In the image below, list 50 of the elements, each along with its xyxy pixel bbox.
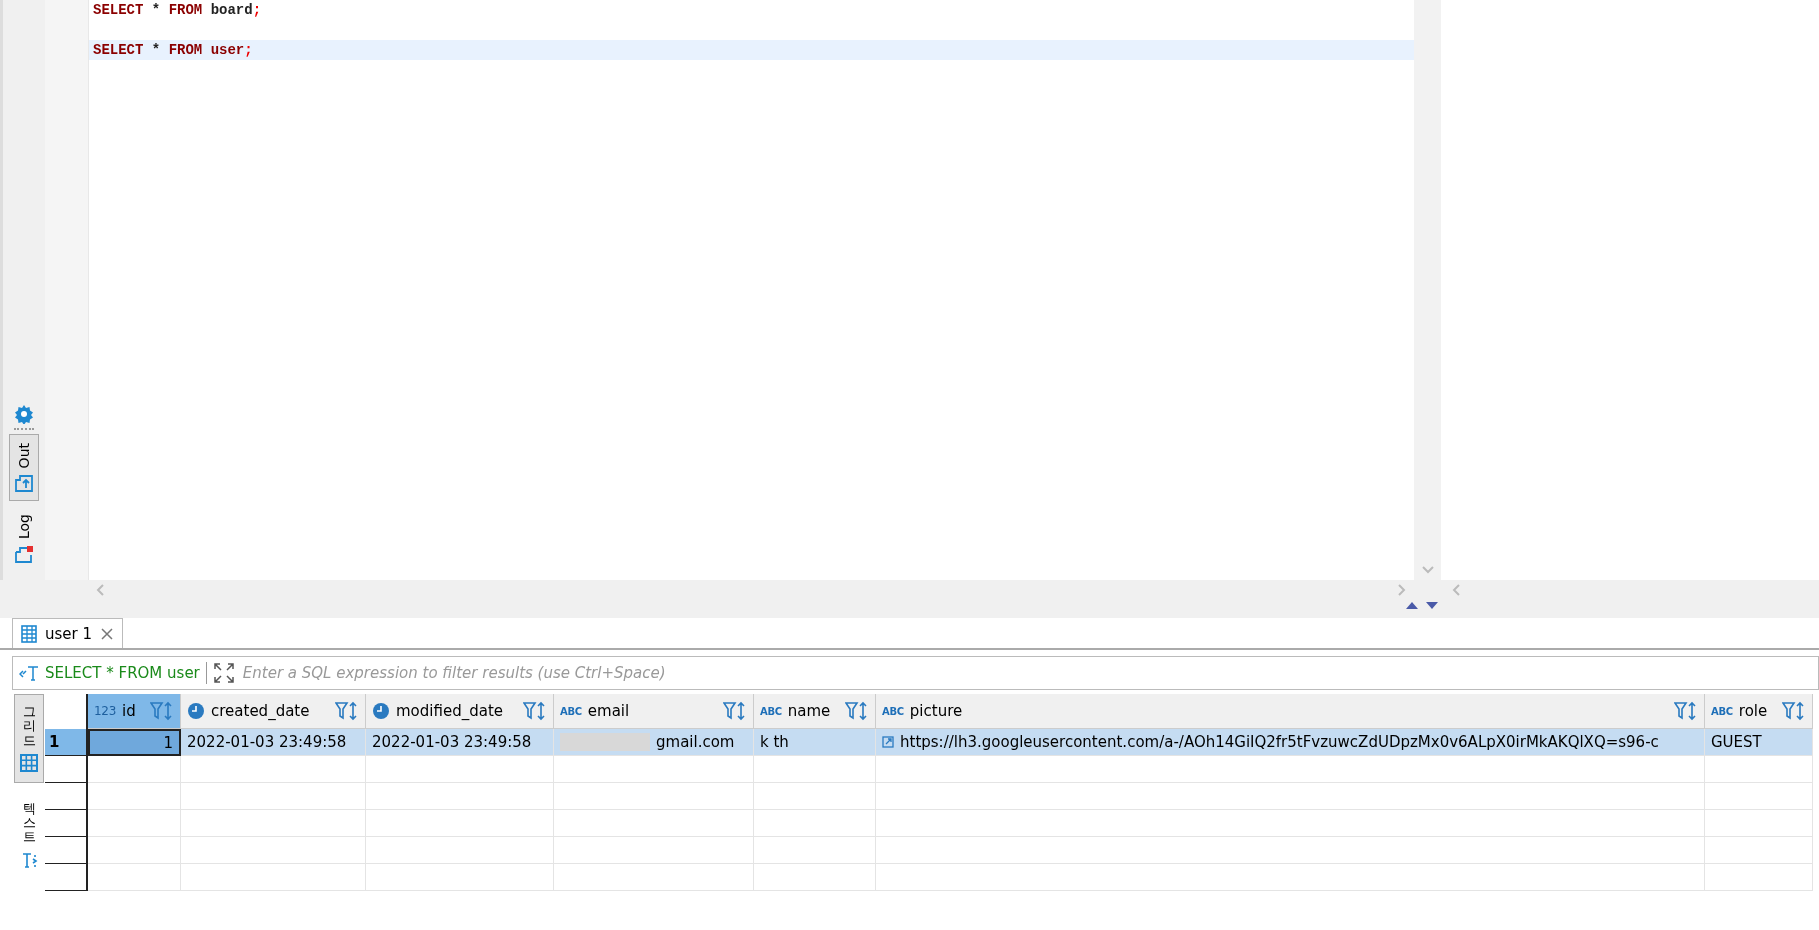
- table-cell: 2022-01-03 23:49:58: [366, 729, 554, 756]
- export-icon: [14, 474, 34, 492]
- column-header[interactable]: ABC role: [1705, 694, 1813, 729]
- column-header[interactable]: ABC name: [754, 694, 876, 729]
- clock-icon: [187, 702, 205, 720]
- table-icon: [21, 624, 37, 643]
- table-cell: k th: [754, 729, 876, 756]
- table-cell: 2022-01-03 23:49:58: [181, 729, 366, 756]
- sql-text-icon: [19, 664, 39, 682]
- code-line: SELECT * FROM board;: [92, 1, 263, 20]
- row-number[interactable]: 1: [45, 729, 88, 756]
- column-header[interactable]: modified_date: [366, 694, 554, 729]
- type-label: ABC: [1711, 705, 1733, 717]
- expand-icon[interactable]: [212, 662, 235, 684]
- tab-label: user 1: [45, 624, 93, 643]
- type-label: ABC: [882, 705, 904, 717]
- table-cell: GUEST: [1705, 729, 1813, 756]
- log-icon: [14, 545, 34, 563]
- minimize-panel-icon[interactable]: [1426, 602, 1438, 609]
- filter-sort-icon[interactable]: [1782, 701, 1806, 721]
- text-view-icon: [20, 850, 38, 869]
- type-label: ABC: [560, 705, 582, 717]
- column-header[interactable]: ABC picture: [876, 694, 1705, 729]
- close-icon[interactable]: [100, 626, 115, 641]
- filter-sort-icon[interactable]: [845, 701, 869, 721]
- column-header[interactable]: created_date: [181, 694, 366, 729]
- link-icon[interactable]: [882, 736, 894, 748]
- filter-sort-icon[interactable]: [335, 701, 359, 721]
- column-header[interactable]: ABC email: [554, 694, 754, 729]
- type-label: ABC: [760, 705, 782, 717]
- table-cell: 1: [88, 729, 181, 756]
- filter-sort-icon[interactable]: [723, 701, 747, 721]
- clock-icon: [372, 702, 390, 720]
- maximize-panel-icon[interactable]: [1406, 602, 1418, 609]
- panel-tab[interactable]: Log: [9, 505, 39, 572]
- view-tab[interactable]: 그리드: [14, 694, 44, 783]
- type-label: 123: [94, 704, 116, 718]
- filter-sort-icon[interactable]: [523, 701, 547, 721]
- view-tab[interactable]: 텍스트: [14, 790, 44, 880]
- query-text: SELECT * FROM user: [45, 664, 200, 682]
- filter-sort-icon[interactable]: [150, 701, 174, 721]
- filter-sort-icon[interactable]: [1674, 701, 1698, 721]
- filter-bar[interactable]: SELECT * FROM user Enter a SQL expression to filter results (use Ctrl+Space): [12, 656, 1819, 690]
- result-tab[interactable]: user 1: [12, 618, 124, 648]
- settings-icon[interactable]: [14, 403, 34, 424]
- grid-icon: [20, 753, 38, 772]
- table-cell: https://lh3.googleusercontent.com/a-/AOh14GiIQ2fr5tFvzuwcZdUDpzMx0v6ALpX0irMkAKQlXQ=s96-c: [876, 729, 1705, 756]
- panel-tab[interactable]: Out: [9, 433, 39, 501]
- column-header[interactable]: 123 id: [88, 694, 181, 729]
- table-cell: gmail.com: [554, 729, 754, 756]
